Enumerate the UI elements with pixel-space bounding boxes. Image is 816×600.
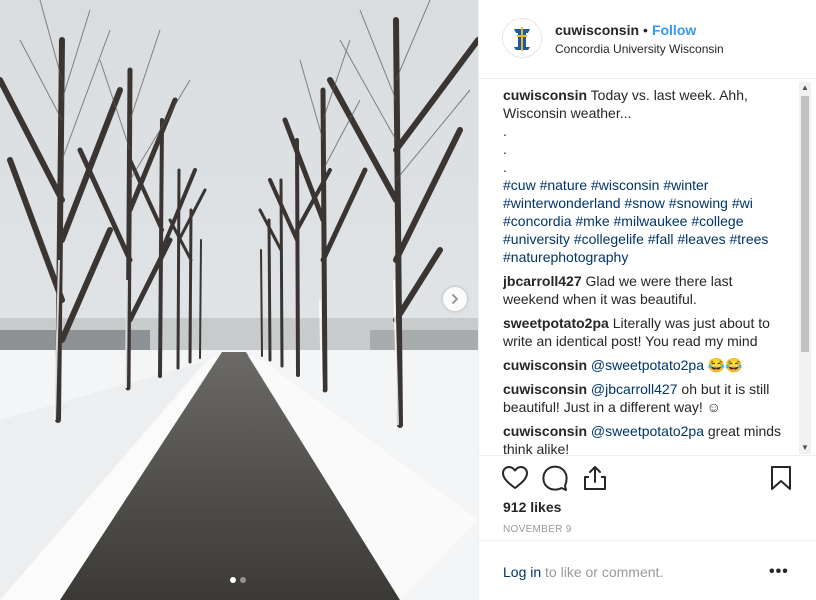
carousel-dot bbox=[240, 577, 246, 583]
comment: sweetpotato2pa Literally was just about … bbox=[503, 314, 785, 350]
comment-mention[interactable]: @sweetpotato2pa bbox=[591, 357, 704, 373]
bookmark-icon bbox=[771, 466, 791, 490]
share-button[interactable] bbox=[581, 464, 609, 492]
carousel-dot-active bbox=[230, 577, 236, 583]
hashtag[interactable]: #snow bbox=[624, 195, 664, 211]
carousel-next-button[interactable] bbox=[443, 287, 467, 311]
hashtag[interactable]: #mke bbox=[575, 213, 609, 229]
caption-username[interactable]: cuwisconsin bbox=[503, 87, 587, 103]
comment-button[interactable] bbox=[541, 464, 569, 492]
hashtag[interactable]: #cuw bbox=[503, 177, 536, 193]
post-date[interactable]: NOVEMBER 9 bbox=[503, 524, 572, 535]
scrollbar-thumb[interactable] bbox=[801, 96, 809, 352]
hashtag[interactable]: #wi bbox=[732, 195, 753, 211]
follow-button[interactable]: Follow bbox=[652, 22, 696, 38]
scroll-down-arrow-icon[interactable]: ▼ bbox=[799, 442, 811, 454]
comment-username[interactable]: cuwisconsin bbox=[503, 423, 587, 439]
comments-scrollbar[interactable]: ▲ ▼ bbox=[799, 82, 811, 454]
heart-icon bbox=[502, 466, 528, 489]
header-title-line: cuwisconsin • Follow bbox=[555, 22, 696, 38]
comment-text: 😂😂 bbox=[707, 357, 743, 373]
hashtag[interactable]: #naturephotography bbox=[503, 249, 628, 265]
comment: cuwisconsin @jbcarroll427 oh but it is s… bbox=[503, 380, 785, 416]
chevron-right-icon bbox=[452, 294, 458, 304]
header-location[interactable]: Concordia University Wisconsin bbox=[555, 42, 724, 56]
snowy-path-image bbox=[0, 0, 478, 600]
caption-dot: . bbox=[503, 159, 507, 175]
header-separator: • bbox=[643, 22, 648, 38]
hashtag[interactable]: #collegelife bbox=[574, 231, 644, 247]
post-photo[interactable] bbox=[0, 0, 478, 600]
caption: cuwisconsin Today vs. last week. Ahh, Wi… bbox=[503, 86, 785, 266]
hashtag[interactable]: #concordia bbox=[503, 213, 572, 229]
comment-username[interactable]: cuwisconsin bbox=[503, 357, 587, 373]
header-username[interactable]: cuwisconsin bbox=[555, 22, 639, 38]
hashtag[interactable]: #wisconsin bbox=[591, 177, 659, 193]
comment: jbcarroll427 Glad we were there last wee… bbox=[503, 272, 785, 308]
avatar[interactable] bbox=[502, 18, 542, 58]
like-button[interactable] bbox=[501, 464, 529, 492]
login-prompt: Log in to like or comment. bbox=[503, 564, 663, 580]
hashtag[interactable]: #college bbox=[691, 213, 743, 229]
comment-icon bbox=[542, 465, 568, 491]
post-actions: 912 likes NOVEMBER 9 Log in to like or c… bbox=[479, 455, 816, 596]
university-logo-icon bbox=[503, 19, 541, 57]
comment-username[interactable]: jbcarroll427 bbox=[503, 273, 582, 289]
scroll-up-arrow-icon[interactable]: ▲ bbox=[799, 82, 811, 94]
comment-mention[interactable]: @jbcarroll427 bbox=[591, 381, 678, 397]
login-suffix: to like or comment. bbox=[541, 564, 664, 580]
hashtag[interactable]: #fall bbox=[648, 231, 674, 247]
hashtag[interactable]: #trees bbox=[730, 231, 769, 247]
likes-count[interactable]: 912 likes bbox=[503, 499, 561, 515]
hashtag[interactable]: #milwaukee bbox=[614, 213, 688, 229]
comments-list[interactable]: cuwisconsin Today vs. last week. Ahh, Wi… bbox=[503, 86, 785, 454]
hashtag[interactable]: #snowing bbox=[669, 195, 728, 211]
hashtag[interactable]: #university bbox=[503, 231, 570, 247]
caption-dot: . bbox=[503, 123, 507, 139]
comment: cuwisconsin @sweetpotato2pa 😂😂 bbox=[503, 356, 785, 374]
comment-mention[interactable]: @sweetpotato2pa bbox=[591, 423, 704, 439]
share-icon bbox=[584, 466, 606, 490]
comment-username[interactable]: cuwisconsin bbox=[503, 381, 587, 397]
save-button[interactable] bbox=[767, 464, 795, 492]
more-options-button[interactable]: ••• bbox=[769, 563, 789, 581]
login-link[interactable]: Log in bbox=[503, 564, 541, 580]
hashtag[interactable]: #winter bbox=[663, 177, 708, 193]
comment: cuwisconsin @sweetpotato2pa great minds … bbox=[503, 422, 785, 454]
login-bar: Log in to like or comment. ••• bbox=[479, 540, 816, 597]
comment-username[interactable]: sweetpotato2pa bbox=[503, 315, 609, 331]
carousel-indicator bbox=[230, 577, 246, 583]
post-side-panel: cuwisconsin • Follow Concordia University … bbox=[478, 0, 816, 600]
hashtag[interactable]: #winterwonderland bbox=[503, 195, 621, 211]
hashtags: #cuw #nature #wisconsin #winter #winterw… bbox=[503, 177, 768, 265]
post-header: cuwisconsin • Follow Concordia University … bbox=[479, 0, 816, 79]
hashtag[interactable]: #nature bbox=[540, 177, 587, 193]
caption-dot: . bbox=[503, 141, 507, 157]
hashtag[interactable]: #leaves bbox=[677, 231, 725, 247]
